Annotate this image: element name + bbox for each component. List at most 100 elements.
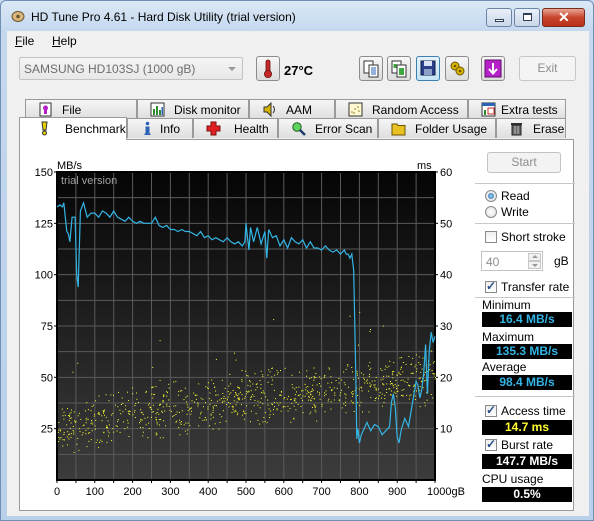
access-time-point <box>223 395 225 397</box>
access-time-point <box>328 398 330 400</box>
minimize-button[interactable] <box>486 8 512 27</box>
access-time-point <box>254 373 256 375</box>
access-time-point <box>104 409 105 411</box>
access-time-point <box>82 425 84 427</box>
start-button[interactable]: Start <box>487 152 561 173</box>
access-time-point <box>62 415 64 417</box>
download-button[interactable] <box>481 56 505 81</box>
benchmark-exclamation-icon <box>41 121 48 136</box>
tab-erase[interactable]: Erase <box>496 118 566 138</box>
burst-rate-checkbox[interactable] <box>485 437 497 451</box>
access-time-point <box>370 367 372 369</box>
access-time-point <box>58 441 60 443</box>
menu-help[interactable]: Help <box>52 34 77 48</box>
access-time-point <box>338 378 340 379</box>
access-time-checkbox[interactable] <box>485 403 497 417</box>
access-time-point <box>162 406 164 408</box>
access-time-point <box>369 331 371 333</box>
access-time-point <box>151 393 153 395</box>
write-radio[interactable] <box>485 206 497 218</box>
access-time-point <box>191 400 193 402</box>
short-stroke-checkbox[interactable] <box>485 231 497 243</box>
short-stroke-size-input[interactable]: 40 <box>481 251 543 271</box>
spin-up-button[interactable] <box>528 253 541 261</box>
access-time-point <box>262 392 264 394</box>
access-time-point <box>255 389 257 391</box>
tab-info[interactable]: Info <box>127 118 193 138</box>
access-time-point <box>106 441 108 443</box>
access-time-point <box>277 372 279 374</box>
access-time-point <box>187 422 189 424</box>
access-time-point <box>347 364 349 366</box>
access-time-point <box>66 424 68 426</box>
tab-file-benchmark[interactable]: File Benchmark <box>25 99 137 131</box>
access-time-point <box>274 406 275 408</box>
access-time-point <box>235 359 237 361</box>
access-time-point <box>73 433 75 435</box>
temperature-button[interactable] <box>256 56 280 81</box>
drive-select[interactable]: SAMSUNG HD103SJ (1000 gB) <box>19 57 243 80</box>
access-time-point <box>239 387 240 389</box>
access-time-point <box>356 370 358 372</box>
access-time-point <box>313 367 315 369</box>
access-time-point <box>409 385 411 387</box>
exit-button[interactable]: Exit <box>519 56 576 81</box>
access-time-point <box>127 411 129 413</box>
access-time-point <box>405 363 407 365</box>
tab-extra-tests[interactable]: Extra tests <box>468 99 566 119</box>
access-time-point <box>345 368 347 370</box>
access-time-point <box>115 404 116 406</box>
magnifier-icon <box>292 122 306 136</box>
access-time-point <box>69 433 71 435</box>
copy-screenshot-button[interactable] <box>387 56 411 81</box>
separator <box>475 223 575 224</box>
access-time-point <box>128 436 130 437</box>
access-time-point <box>415 364 417 366</box>
tab-label: Error Scan <box>315 122 373 136</box>
access-time-point <box>235 393 237 395</box>
tab-aam[interactable]: AAM <box>249 99 335 119</box>
access-time-point <box>334 392 336 394</box>
access-time-point <box>78 412 80 414</box>
copy-text-button[interactable] <box>359 56 383 81</box>
y-tick-right: 20 <box>440 372 452 384</box>
access-time-point <box>132 414 134 416</box>
access-time-point <box>166 391 168 393</box>
access-time-point <box>373 384 375 386</box>
menu-file[interactable]: File <box>15 34 34 48</box>
tab-benchmark[interactable]: Benchmark <box>19 117 127 140</box>
access-time-point <box>181 390 183 392</box>
tab-error-scan[interactable]: Error Scan <box>278 118 378 138</box>
access-time-point <box>140 411 142 413</box>
options-button[interactable] <box>445 56 469 81</box>
access-time-point <box>124 428 126 430</box>
access-time-point <box>304 383 306 385</box>
title-bar[interactable]: HD Tune Pro 4.61 - Hard Disk Utility (tr… <box>1 1 593 31</box>
read-radio[interactable] <box>485 190 497 202</box>
burst-rate-label: Burst rate <box>501 438 554 452</box>
trial-watermark: trial version <box>61 175 117 187</box>
access-time-point <box>262 403 264 405</box>
access-time-point <box>94 425 96 427</box>
close-button[interactable]: ✕ <box>542 8 585 27</box>
access-time-point <box>380 368 382 370</box>
access-time-point <box>324 375 326 377</box>
access-time-point <box>290 421 292 423</box>
access-time-point <box>384 398 386 400</box>
access-time-point <box>310 400 312 402</box>
access-time-point <box>260 397 262 399</box>
save-button[interactable] <box>416 56 440 81</box>
maximize-button[interactable] <box>514 8 540 27</box>
access-time-point <box>104 414 105 416</box>
access-time-point <box>393 391 395 393</box>
tab-folder-usage[interactable]: Folder Usage <box>378 118 496 138</box>
spin-down-button[interactable] <box>528 261 541 269</box>
tab-disk-monitor[interactable]: Disk monitor <box>137 99 249 119</box>
access-time-point <box>308 396 310 398</box>
transfer-rate-checkbox[interactable] <box>485 279 497 293</box>
tab-random-access[interactable]: Random Access <box>335 99 468 119</box>
access-time-point <box>95 428 96 430</box>
access-time-point <box>59 429 61 431</box>
tab-health[interactable]: Health <box>193 118 278 138</box>
access-time-point <box>120 413 122 415</box>
